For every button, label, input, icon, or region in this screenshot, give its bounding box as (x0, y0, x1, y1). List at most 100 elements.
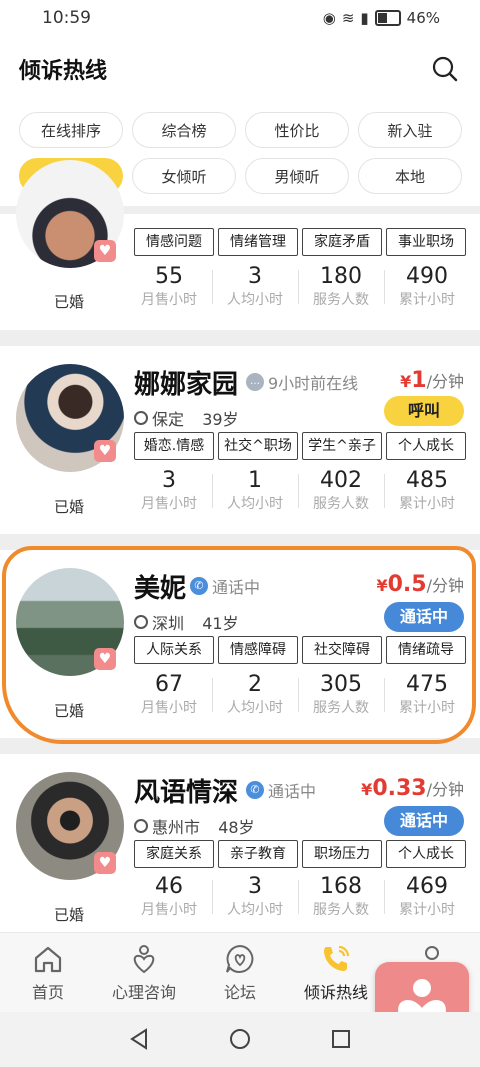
stat-total: 490 (406, 264, 448, 289)
stats: 67 月售小时 2 人均小时 305 服务人数 475 累计小时 (126, 672, 470, 718)
tab-home[interactable]: 首页 (0, 941, 96, 1003)
home-icon (34, 946, 62, 973)
tag: 情绪管理 (218, 228, 298, 256)
tab-psych-consult[interactable]: 心理咨询 (96, 941, 192, 1003)
stat-served: 402 (320, 468, 362, 493)
filter-male[interactable]: 男倾听 (245, 158, 349, 194)
marital-status: 已婚 (54, 293, 85, 311)
location: 保定 (152, 410, 185, 429)
system-nav-bar (0, 1012, 480, 1067)
phone-ringing-icon (324, 945, 350, 971)
tag: 学生^亲子 (302, 432, 382, 460)
stats: 46 月售小时 3 人均小时 168 服务人数 469 累计小时 (126, 874, 470, 920)
phone-icon: ✆ (190, 577, 208, 595)
age: 48岁 (218, 818, 255, 837)
stat-total: 469 (406, 874, 448, 899)
tag: 社交障碍 (302, 636, 382, 664)
recents-icon[interactable] (331, 1029, 351, 1049)
stat-total: 475 (406, 672, 448, 697)
tag-list: 情感问题 情绪管理 家庭矛盾 事业职场 (134, 228, 466, 256)
stat-average: 1 (248, 468, 262, 493)
tag: 情感障碍 (218, 636, 298, 664)
tag: 亲子教育 (218, 840, 298, 868)
wifi-icon: ≋ (341, 9, 355, 27)
stat-average: 3 (248, 264, 262, 289)
heart-badge-icon: ♥ (94, 648, 116, 670)
price: ¥1/分钟 (400, 368, 464, 393)
chat-heart-icon (226, 944, 254, 973)
listener-name: 美妮 (134, 574, 187, 604)
marital-status: 已婚 (54, 702, 85, 720)
tag-list: 家庭关系 亲子教育 职场压力 个人成长 (134, 840, 466, 868)
filter-female[interactable]: 女倾听 (132, 158, 236, 194)
tag: 职场压力 (302, 840, 382, 868)
tag: 个人成长 (386, 840, 466, 868)
tag: 婚恋.情感 (134, 432, 214, 460)
stat-total: 485 (406, 468, 448, 493)
online-status: 通话中 (212, 578, 261, 597)
stats: 3 月售小时 1 人均小时 402 服务人数 485 累计小时 (126, 468, 470, 514)
age: 39岁 (202, 410, 239, 429)
stat-average: 3 (248, 874, 262, 899)
tab-forum[interactable]: 论坛 (192, 941, 288, 1003)
clock: 10:59 (42, 8, 91, 28)
stat-served: 305 (320, 672, 362, 697)
heart-badge-icon: ♥ (94, 240, 116, 262)
location: 惠州市 (152, 818, 201, 837)
tag-list: 人际关系 情感障碍 社交障碍 情绪疏导 (134, 636, 466, 664)
home-nav-icon[interactable] (229, 1028, 251, 1050)
location: 深圳 (152, 614, 185, 633)
battery-icon (374, 10, 401, 26)
tag: 事业职场 (386, 228, 466, 256)
age: 41岁 (202, 614, 239, 633)
stat-served: 180 (320, 264, 362, 289)
stat-served: 168 (320, 874, 362, 899)
filter-overall-rank[interactable]: 综合榜 (132, 112, 236, 148)
filter-local[interactable]: 本地 (358, 158, 462, 194)
stat-monthly: 55 (155, 264, 183, 289)
tag-list: 婚恋.情感 社交^职场 学生^亲子 个人成长 (134, 432, 466, 460)
tag: 社交^职场 (218, 432, 298, 460)
tag: 个人成长 (386, 432, 466, 460)
tag: 情感问题 (134, 228, 214, 256)
filter-new[interactable]: 新入驻 (358, 112, 462, 148)
in-call-button[interactable]: 通话中 (384, 602, 464, 632)
chat-bubble-icon: … (246, 373, 264, 391)
back-icon[interactable] (128, 1028, 150, 1050)
alert-icon: ▮ (360, 9, 369, 27)
heart-badge-icon: ♥ (94, 440, 116, 462)
battery-level: 46% (406, 9, 440, 27)
stat-average: 2 (248, 672, 262, 697)
filter-value[interactable]: 性价比 (245, 112, 349, 148)
stat-monthly: 67 (155, 672, 183, 697)
search-icon[interactable] (432, 56, 458, 82)
call-button[interactable]: 呼叫 (384, 396, 464, 426)
location-pin-icon (134, 411, 148, 425)
status-bar: 10:59 ◉ ≋ ▮ 46% (0, 0, 480, 36)
online-status: 通话中 (268, 782, 317, 801)
tag: 情绪疏导 (386, 636, 466, 664)
online-status: 9小时前在线 (268, 374, 359, 393)
price: ¥0.33/分钟 (361, 776, 464, 801)
marital-status: 已婚 (54, 498, 85, 516)
phone-icon: ✆ (246, 781, 264, 799)
marital-status: 已婚 (54, 906, 85, 924)
stat-monthly: 46 (155, 874, 183, 899)
tag: 家庭关系 (134, 840, 214, 868)
header: 倾诉热线 (0, 36, 480, 100)
in-call-button[interactable]: 通话中 (384, 806, 464, 836)
listener-name: 娜娜家园 (134, 370, 239, 400)
heart-badge-icon: ♥ (94, 852, 116, 874)
tag: 家庭矛盾 (302, 228, 382, 256)
location-pin-icon (134, 615, 148, 629)
location-pin-icon (134, 819, 148, 833)
listener-card[interactable]: ♥ 已婚 娜娜家园 … 9小时前在线 ¥1/分钟 保定 39岁 呼叫 婚恋.情感 … (0, 346, 480, 534)
tab-hotline[interactable]: 倾诉热线 (288, 941, 384, 1003)
filter-online-sort[interactable]: 在线排序 (19, 112, 123, 148)
page-title: 倾诉热线 (19, 59, 108, 84)
person-heart-icon (133, 945, 155, 974)
eye-icon: ◉ (322, 9, 336, 27)
listener-card[interactable]: ♥ 已婚 美妮 ✆ 通话中 ¥0.5/分钟 深圳 41岁 通话中 人际关系 情感障… (0, 550, 480, 738)
listener-card[interactable]: ♥ 已婚 情感问题 情绪管理 家庭矛盾 事业职场 55 月售小时 3 人均小时 18… (0, 160, 480, 330)
listener-card[interactable]: ♥ 已婚 风语情深 ✆ 通话中 ¥0.33/分钟 惠州市 48岁 通话中 家庭关系… (0, 754, 480, 932)
